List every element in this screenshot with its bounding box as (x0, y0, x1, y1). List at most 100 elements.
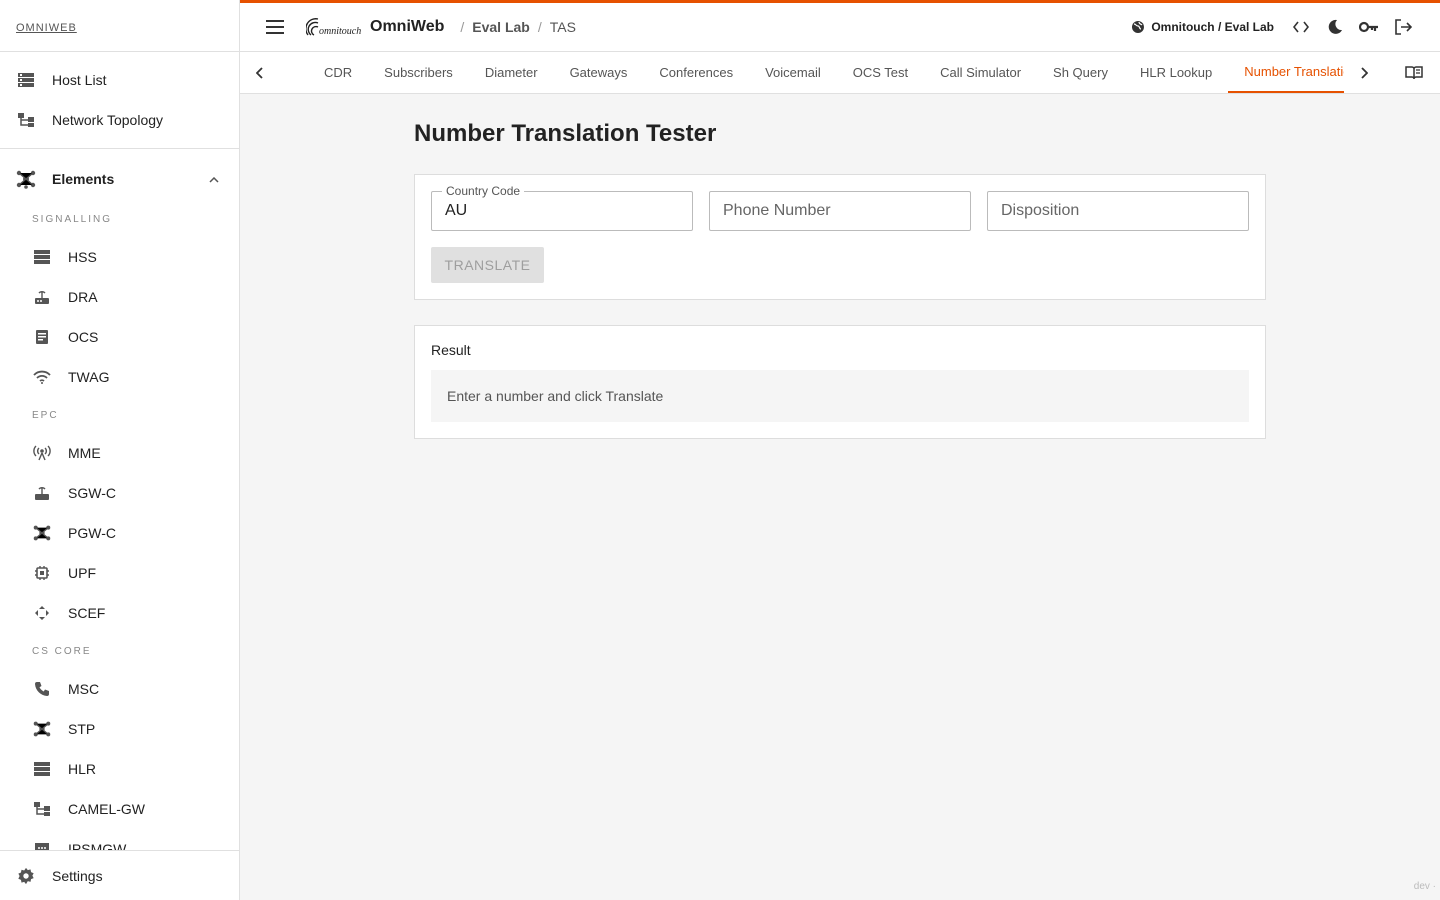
sidebar-item-label: Network Topology (52, 112, 164, 128)
arrows-icon (32, 603, 52, 623)
sidebar-item-label: PGW-C (68, 525, 116, 541)
tab-call-simulator[interactable]: Call Simulator (924, 52, 1037, 93)
sidebar-item-label: HSS (68, 249, 97, 265)
docs-book-icon[interactable] (1388, 52, 1440, 93)
sidebar-item-label: Host List (52, 72, 107, 88)
form-fields: Country Code AU Phone Number Disposition (431, 184, 1249, 231)
country-code-label: Country Code (442, 184, 525, 198)
tab-sh-query[interactable]: Sh Query (1037, 52, 1124, 93)
group-label-cs-core: CS CORE (32, 645, 92, 657)
sidebar-item-label: TWAG (68, 369, 110, 385)
chevron-up-icon (209, 172, 219, 186)
result-title: Result (431, 342, 471, 358)
sidebar-item-hss[interactable]: HSS (0, 237, 239, 277)
sidebar-item-label: MME (68, 445, 101, 461)
router-icon (32, 483, 52, 503)
sidebar-item-ocs[interactable]: OCS (0, 317, 239, 357)
result-output: Enter a number and click Translate (431, 370, 1249, 422)
group-label-epc: EPC (32, 409, 59, 421)
tab-list: CDR Subscribers Diameter Gateways Confer… (280, 52, 1344, 93)
tab-diameter[interactable]: Diameter (469, 52, 554, 93)
brand-link[interactable]: OMNIWEB (16, 22, 77, 34)
chip-icon (32, 563, 52, 583)
page-title: Number Translation Tester (414, 120, 717, 147)
globe-icon (1131, 20, 1145, 34)
sidebar-item-hlr[interactable]: HLR (0, 749, 239, 789)
divider (0, 148, 239, 149)
sidebar-item-ipsmgw[interactable]: IPSMGW (0, 829, 239, 850)
sidebar-item-label: IPSMGW (68, 841, 127, 850)
sidebar: OMNIWEB Host List Network Topology Eleme… (0, 0, 240, 900)
sidebar-item-scef[interactable]: SCEF (0, 593, 239, 633)
sidebar-item-label: CAMEL-GW (68, 801, 145, 817)
menu-icon[interactable] (266, 15, 290, 39)
main-content: Number Translation Tester Country Code A… (414, 94, 1266, 439)
translate-button[interactable]: TRANSLATE (431, 247, 544, 283)
sidebar-item-label: HLR (68, 761, 97, 777)
sidebar-item-label: UPF (68, 565, 96, 581)
tab-cdr[interactable]: CDR (308, 52, 368, 93)
sidebar-item-label: STP (68, 721, 96, 737)
sidebar-item-upf[interactable]: UPF (0, 553, 239, 593)
gear-icon (16, 866, 36, 886)
phone-number-placeholder: Phone Number (723, 202, 831, 219)
brand: OMNIWEB (0, 0, 239, 52)
result-card: Result Enter a number and click Translat… (414, 325, 1266, 439)
tab-ocs-test[interactable]: OCS Test (837, 52, 924, 93)
hub-icon (32, 523, 52, 543)
sidebar-footer: Settings (0, 850, 239, 900)
org-switcher[interactable]: Omnitouch / Eval Lab (1131, 20, 1274, 34)
sidebar-item-network-topology[interactable]: Network Topology (0, 100, 239, 140)
hub-icon (16, 169, 36, 189)
sidebar-item-pgw-c[interactable]: PGW-C (0, 513, 239, 553)
tab-scroll-left-icon[interactable] (240, 52, 280, 93)
code-icon[interactable] (1284, 10, 1318, 44)
phone-number-field[interactable]: Phone Number (709, 191, 971, 231)
dark-mode-icon[interactable] (1318, 10, 1352, 44)
sidebar-item-host-list[interactable]: Host List (0, 60, 239, 100)
tab-scroll-right-icon[interactable] (1344, 52, 1384, 93)
tab-conferences[interactable]: Conferences (643, 52, 749, 93)
key-icon[interactable] (1352, 10, 1386, 44)
sidebar-item-msc[interactable]: MSC (0, 669, 239, 709)
topology-icon (32, 799, 52, 819)
list-icon (16, 70, 36, 90)
country-code-value: AU (445, 202, 468, 219)
tab-bar: CDR Subscribers Diameter Gateways Confer… (240, 52, 1440, 94)
breadcrumb-current: TAS (549, 19, 576, 35)
receipt-icon (32, 327, 52, 347)
wifi-icon (32, 367, 52, 387)
omnitouch-logo: omnitouch (306, 15, 364, 39)
sms-icon (32, 839, 52, 850)
sidebar-nav: Host List Network Topology Elements SIGN… (0, 52, 239, 850)
storage-icon (32, 759, 52, 779)
disposition-field[interactable]: Disposition (987, 191, 1249, 231)
tab-number-translation[interactable]: Number Translation (1228, 52, 1344, 93)
sidebar-item-settings[interactable]: Settings (0, 856, 239, 896)
logout-icon[interactable] (1386, 10, 1420, 44)
top-bar: omnitouch OmniWeb / Eval Lab / TAS Omnit… (240, 0, 1440, 52)
top-right-actions: Omnitouch / Eval Lab (1131, 10, 1420, 44)
tab-voicemail[interactable]: Voicemail (749, 52, 837, 93)
storage-icon (32, 247, 52, 267)
breadcrumb-lab[interactable]: Eval Lab (472, 19, 530, 35)
sidebar-item-stp[interactable]: STP (0, 709, 239, 749)
tab-subscribers[interactable]: Subscribers (368, 52, 469, 93)
country-code-field[interactable]: Country Code AU (431, 184, 693, 231)
sidebar-section-elements[interactable]: Elements (0, 157, 239, 201)
sidebar-item-camel-gw[interactable]: CAMEL-GW (0, 789, 239, 829)
section-label: Elements (52, 171, 115, 187)
tab-gateways[interactable]: Gateways (554, 52, 644, 93)
sidebar-item-twag[interactable]: TWAG (0, 357, 239, 397)
hub-icon (32, 719, 52, 739)
dev-tag: dev · (1413, 881, 1436, 892)
sidebar-item-label: SCEF (68, 605, 106, 621)
sidebar-item-label: MSC (68, 681, 100, 697)
sidebar-item-label: OCS (68, 329, 99, 345)
sidebar-item-sgw-c[interactable]: SGW-C (0, 473, 239, 513)
svg-text:omnitouch: omnitouch (319, 26, 361, 37)
sidebar-item-dra[interactable]: DRA (0, 277, 239, 317)
app-title[interactable]: OmniWeb (370, 18, 444, 36)
tab-hlr-lookup[interactable]: HLR Lookup (1124, 52, 1228, 93)
sidebar-item-mme[interactable]: MME (0, 433, 239, 473)
